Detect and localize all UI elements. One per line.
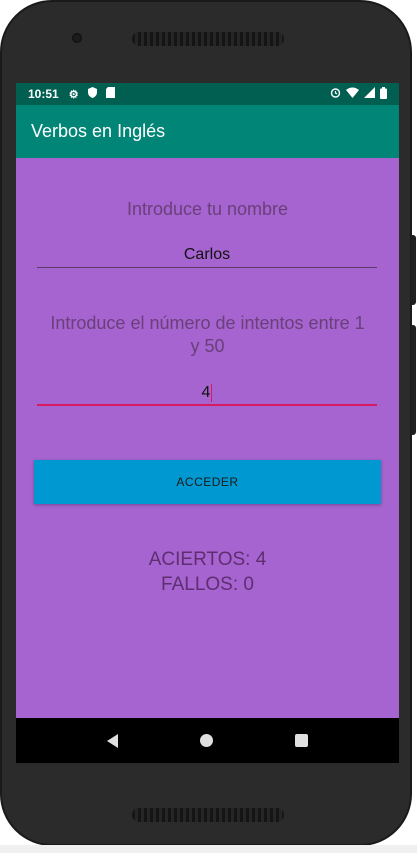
page-bottom-strip: [0, 845, 417, 853]
bottom-speaker: [132, 808, 284, 822]
hits-text: ACIERTOS: 4: [148, 549, 267, 570]
attempts-field[interactable]: 4: [37, 374, 377, 406]
name-field[interactable]: Carlos: [37, 236, 377, 268]
recent-apps-icon[interactable]: [295, 734, 308, 747]
back-icon[interactable]: [107, 733, 118, 748]
name-label: Introduce tu nombre: [126, 199, 289, 219]
app-bar: Verbos en Inglés: [16, 105, 399, 158]
home-icon[interactable]: [200, 734, 213, 747]
wifi-icon: [346, 87, 359, 101]
status-time: 10:51: [28, 87, 59, 101]
alarm-icon: [330, 87, 341, 101]
battery-icon: [380, 86, 387, 102]
sd-card-icon: [105, 87, 115, 101]
attempts-field-underline: [37, 404, 377, 406]
volume-button: [411, 325, 416, 435]
signal-icon: [364, 87, 375, 101]
attempts-field-value: 4: [201, 384, 211, 401]
attempts-label-line2: y 50: [190, 336, 225, 356]
access-button[interactable]: ACCEDER: [34, 460, 381, 504]
screen: 10:51 ⚙ Verbos en Inglés Introduce tu no…: [16, 83, 399, 763]
phone-frame: 10:51 ⚙ Verbos en Inglés Introduce tu no…: [0, 0, 412, 846]
misses-text: FALLOS: 0: [161, 574, 254, 595]
name-field-value: Carlos: [183, 246, 231, 263]
app-title: Verbos en Inglés: [31, 121, 166, 141]
attempts-label-line1: Introduce el número de intentos entre 1: [50, 313, 365, 333]
text-cursor: [211, 384, 213, 402]
top-speaker: [132, 32, 284, 46]
front-camera: [72, 33, 82, 43]
status-bar: 10:51 ⚙: [16, 83, 399, 105]
name-field-underline: [37, 267, 377, 268]
navigation-bar: [16, 718, 399, 763]
power-button: [411, 235, 416, 305]
gear-icon: ⚙: [68, 88, 79, 101]
attempts-label: Introduce el número de intentos entre 1 …: [16, 312, 399, 358]
shield-icon: [87, 87, 97, 101]
